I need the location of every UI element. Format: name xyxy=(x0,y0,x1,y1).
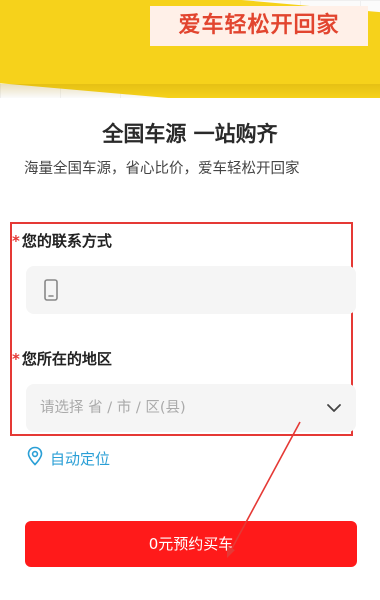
page-title: 全国车源 一站购齐 xyxy=(102,122,278,146)
phone-icon xyxy=(44,279,58,305)
banner-slogan: 爱车轻松开回家 xyxy=(150,6,368,46)
chevron-down-icon xyxy=(326,400,342,419)
contact-label-text: 您的联系方式 xyxy=(21,232,112,250)
banner-shadow xyxy=(0,84,380,98)
required-asterisk: * xyxy=(12,350,20,368)
contact-phone-field[interactable] xyxy=(26,266,356,314)
auto-locate-link[interactable]: 自动定位 xyxy=(26,446,110,470)
region-placeholder: 请选择 省 / 市 / 区(县) xyxy=(40,400,186,416)
region-label-text: 您所在的地区 xyxy=(21,350,112,368)
auto-locate-label: 自动定位 xyxy=(50,449,111,468)
top-banner: 爱车轻松开回家 xyxy=(0,0,380,98)
page-subtitle: 海量全国车源，省心比价，爱车轻松开回家 xyxy=(24,161,300,177)
required-asterisk: * xyxy=(12,232,20,250)
region-select[interactable]: 请选择 省 / 市 / 区(县) xyxy=(26,384,356,432)
region-label: * 您所在的地区 xyxy=(12,348,112,369)
location-pin-icon xyxy=(26,446,44,470)
book-car-button[interactable]: 0元预约买车 xyxy=(25,521,357,567)
contact-label: * 您的联系方式 xyxy=(12,230,112,251)
